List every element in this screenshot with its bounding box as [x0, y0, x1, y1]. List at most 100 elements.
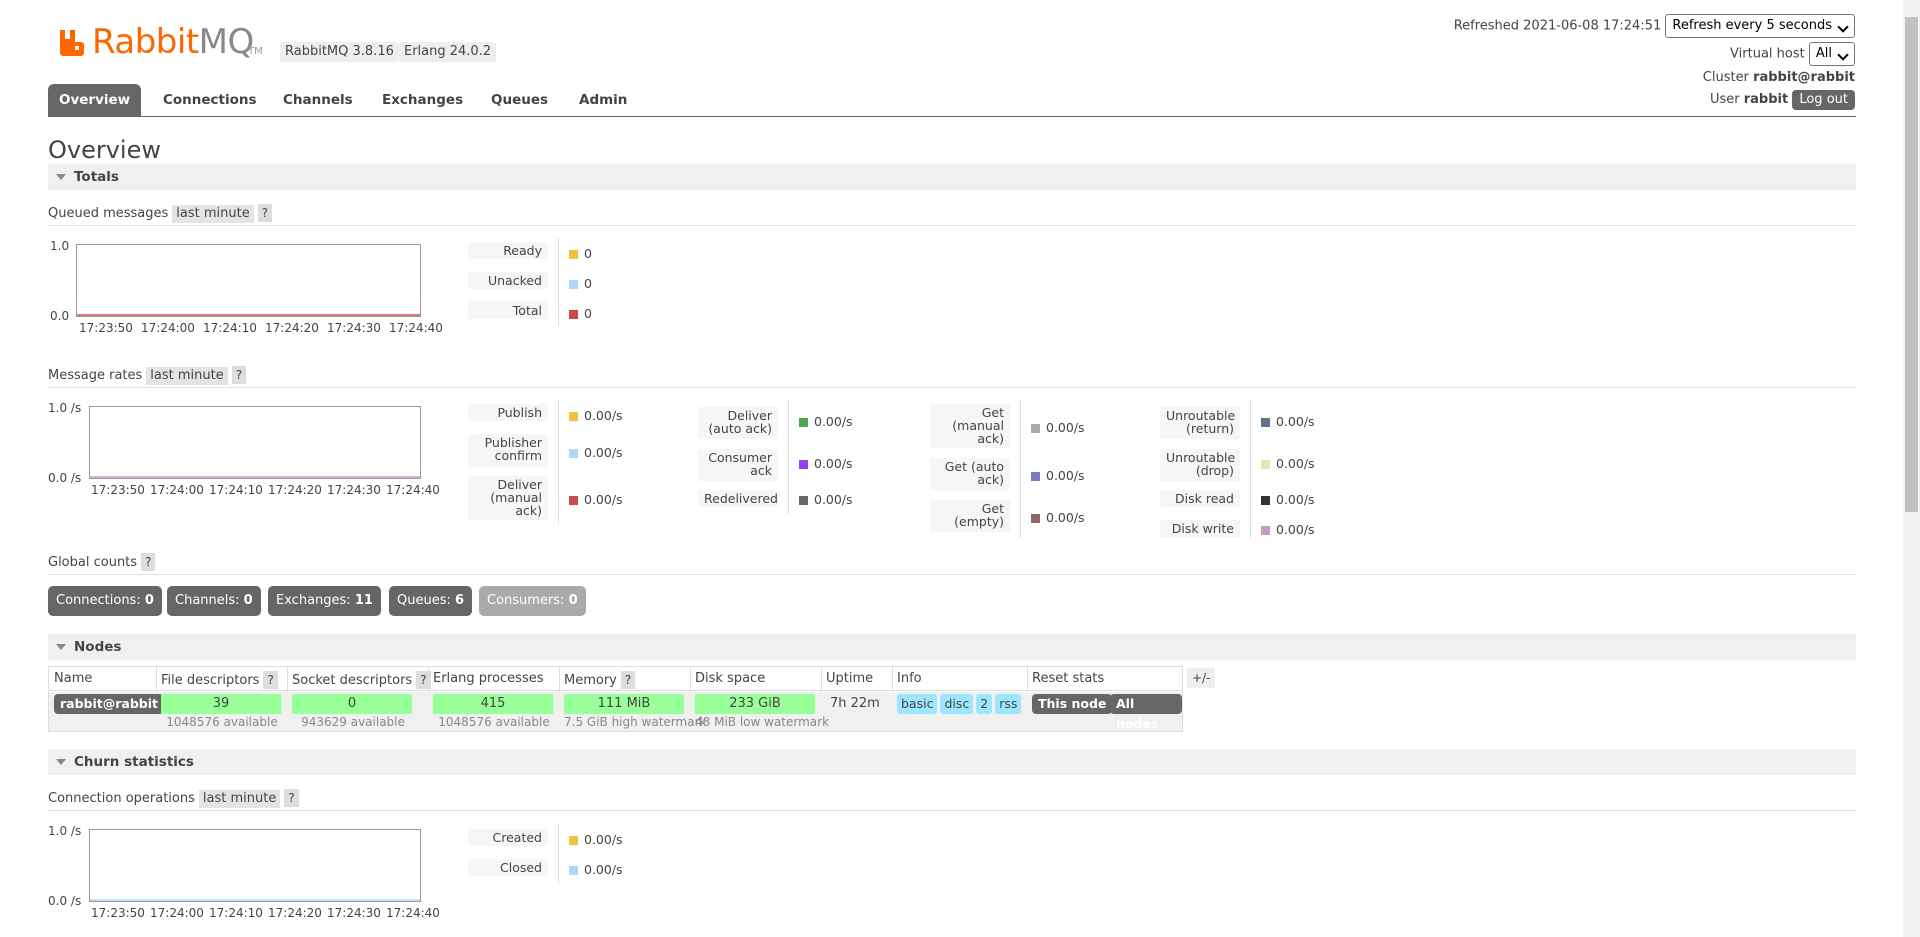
x-tick: 17:24:00 [150, 906, 204, 920]
rates-help-button[interactable]: ? [231, 366, 247, 384]
legend-disk-read-label[interactable]: Disk read [1160, 490, 1240, 507]
nodes-section-header[interactable]: Nodes [48, 634, 1856, 660]
rates-y-bottom: 0.0 /s [48, 471, 82, 485]
rabbitmq-logo-icon [60, 30, 84, 56]
legend-deliver-auto-label[interactable]: Deliver (auto ack) [698, 407, 778, 439]
legend-created-label[interactable]: Created [468, 829, 548, 846]
col-socket-descriptors: Socket descriptors? [292, 671, 431, 689]
queued-y-top: 1.0 [50, 239, 70, 253]
queued-help-button[interactable]: ? [257, 204, 273, 222]
fd-help-button[interactable]: ? [263, 671, 278, 689]
x-tick: 17:24:20 [268, 483, 322, 497]
legend-consumer-ack-label[interactable]: Consumer ack [698, 449, 778, 481]
legend-divider [558, 400, 559, 524]
procs-bar: 415 [433, 694, 553, 714]
legend-publish-label[interactable]: Publish [468, 404, 548, 421]
queued-y-bottom: 0.0 [50, 309, 70, 323]
legend-unroutable-return-label[interactable]: Unroutable (return) [1160, 407, 1240, 439]
tab-channels[interactable]: Channels [272, 84, 364, 116]
tab-connections[interactable]: Connections [152, 84, 268, 116]
x-tick: 17:24:00 [150, 483, 204, 497]
message-rates-header: Message rates last minute? [48, 366, 1856, 388]
legend-consumer-ack-value: 0.00/s [799, 456, 853, 471]
publish-swatch [569, 412, 578, 421]
queues-count-button[interactable]: Queues: 6 [389, 586, 473, 616]
churn-section-header[interactable]: Churn statistics [48, 749, 1856, 775]
x-tick: 17:24:20 [265, 321, 319, 335]
legend-disk-write-label[interactable]: Disk write [1160, 520, 1240, 537]
virtual-host-select[interactable]: All [1808, 42, 1855, 66]
collapse-arrow-icon [56, 174, 66, 180]
memory-help-button[interactable]: ? [620, 671, 636, 689]
connections-count-button[interactable]: Connections: 0 [48, 586, 162, 616]
legend-total-label[interactable]: Total [468, 302, 548, 319]
tab-exchanges[interactable]: Exchanges [371, 84, 474, 116]
x-tick: 17:23:50 [91, 906, 145, 920]
tab-queues[interactable]: Queues [480, 84, 559, 116]
legend-get-empty-label[interactable]: Get (empty) [930, 500, 1010, 532]
collapse-arrow-icon [56, 759, 66, 765]
legend-closed-value: 0.00/s [569, 862, 623, 877]
legend-get-manual-value: 0.00/s [1031, 420, 1085, 435]
info-badge-count[interactable]: 2 [976, 694, 993, 714]
rates-chart-svg [89, 406, 421, 479]
main-nav-tabs: Overview Connections Channels Exchanges … [48, 84, 1856, 117]
x-tick: 17:24:20 [268, 906, 322, 920]
legend-redelivered-label[interactable]: Redelivered [698, 490, 778, 507]
page-title: Overview [48, 136, 161, 164]
info-badge-basic[interactable]: basic [897, 694, 938, 714]
info-badges: basic disc 2 rss [897, 694, 1024, 714]
rabbitmq-logo[interactable]: RabbitMQ TM [58, 22, 268, 64]
rabbitmq-version-badge: RabbitMQ 3.8.16 [280, 42, 399, 62]
x-tick: 17:24:30 [327, 483, 381, 497]
sockets-bar: 0 [292, 694, 412, 714]
collapse-arrow-icon [56, 644, 66, 650]
legend-deliver-manual-value: 0.00/s [569, 492, 623, 507]
channels-count-button[interactable]: Channels: 0 [167, 586, 261, 616]
logo-wordmark: RabbitMQ [92, 22, 254, 62]
legend-closed-label[interactable]: Closed [468, 859, 548, 876]
x-tick: 17:23:50 [91, 483, 145, 497]
get-auto-swatch [1031, 472, 1040, 481]
get-empty-swatch [1031, 514, 1040, 523]
conn-ops-y-top: 1.0 /s [48, 824, 82, 838]
info-badge-disc[interactable]: disc [940, 694, 974, 714]
redelivered-swatch [799, 496, 808, 505]
global-counts-help-button[interactable]: ? [141, 553, 156, 571]
legend-publisher-confirm-label[interactable]: Publisher confirm [468, 434, 548, 466]
tab-admin[interactable]: Admin [568, 84, 638, 116]
totals-section-label: Totals [74, 169, 119, 185]
queued-range-chip[interactable]: last minute [172, 205, 254, 223]
reset-this-node-button[interactable]: This node [1032, 694, 1113, 714]
connection-operations-label: Connection operations [48, 791, 195, 806]
legend-ready-label[interactable]: Ready [468, 242, 548, 259]
refresh-interval-select[interactable]: Refresh every 5 seconds [1665, 14, 1855, 38]
publisher-confirm-swatch [569, 449, 578, 458]
legend-created-value: 0.00/s [569, 832, 623, 847]
legend-get-manual-label[interactable]: Get (manual ack) [930, 404, 1010, 448]
col-uptime: Uptime [826, 671, 874, 686]
legend-unacked-label[interactable]: Unacked [468, 272, 548, 289]
legend-publisher-confirm-value: 0.00/s [569, 445, 623, 460]
node-name-link[interactable]: rabbit@rabbit [54, 694, 165, 714]
conn-ops-help-button[interactable]: ? [284, 789, 299, 807]
scrollbar-thumb[interactable] [1905, 17, 1918, 512]
legend-get-empty-value: 0.00/s [1031, 510, 1085, 525]
tab-overview[interactable]: Overview [48, 84, 141, 116]
reset-all-nodes-button[interactable]: All nodes [1110, 694, 1182, 731]
totals-section-header[interactable]: Totals [48, 164, 1856, 190]
legend-divider [1020, 400, 1021, 538]
info-badge-rss[interactable]: rss [995, 694, 1022, 714]
consumers-count-button[interactable]: Consumers: 0 [479, 586, 586, 616]
legend-unroutable-drop-label[interactable]: Unroutable (drop) [1160, 449, 1240, 481]
conn-ops-range-chip[interactable]: last minute [198, 790, 281, 808]
rates-range-chip[interactable]: last minute [146, 367, 228, 385]
columns-toggle-button[interactable]: +/- [1187, 668, 1216, 688]
legend-deliver-manual-label[interactable]: Deliver (manual ack) [468, 476, 548, 520]
cluster-name: rabbit@rabbit [1753, 70, 1855, 85]
exchanges-count-button[interactable]: Exchanges: 11 [268, 586, 381, 616]
disk-bar: 233 GiB [695, 694, 815, 714]
legend-unacked-value: 0 [569, 276, 592, 291]
legend-get-auto-label[interactable]: Get (auto ack) [930, 458, 1010, 490]
refreshed-label: Refreshed 2021-06-08 17:24:51 [1453, 18, 1662, 34]
